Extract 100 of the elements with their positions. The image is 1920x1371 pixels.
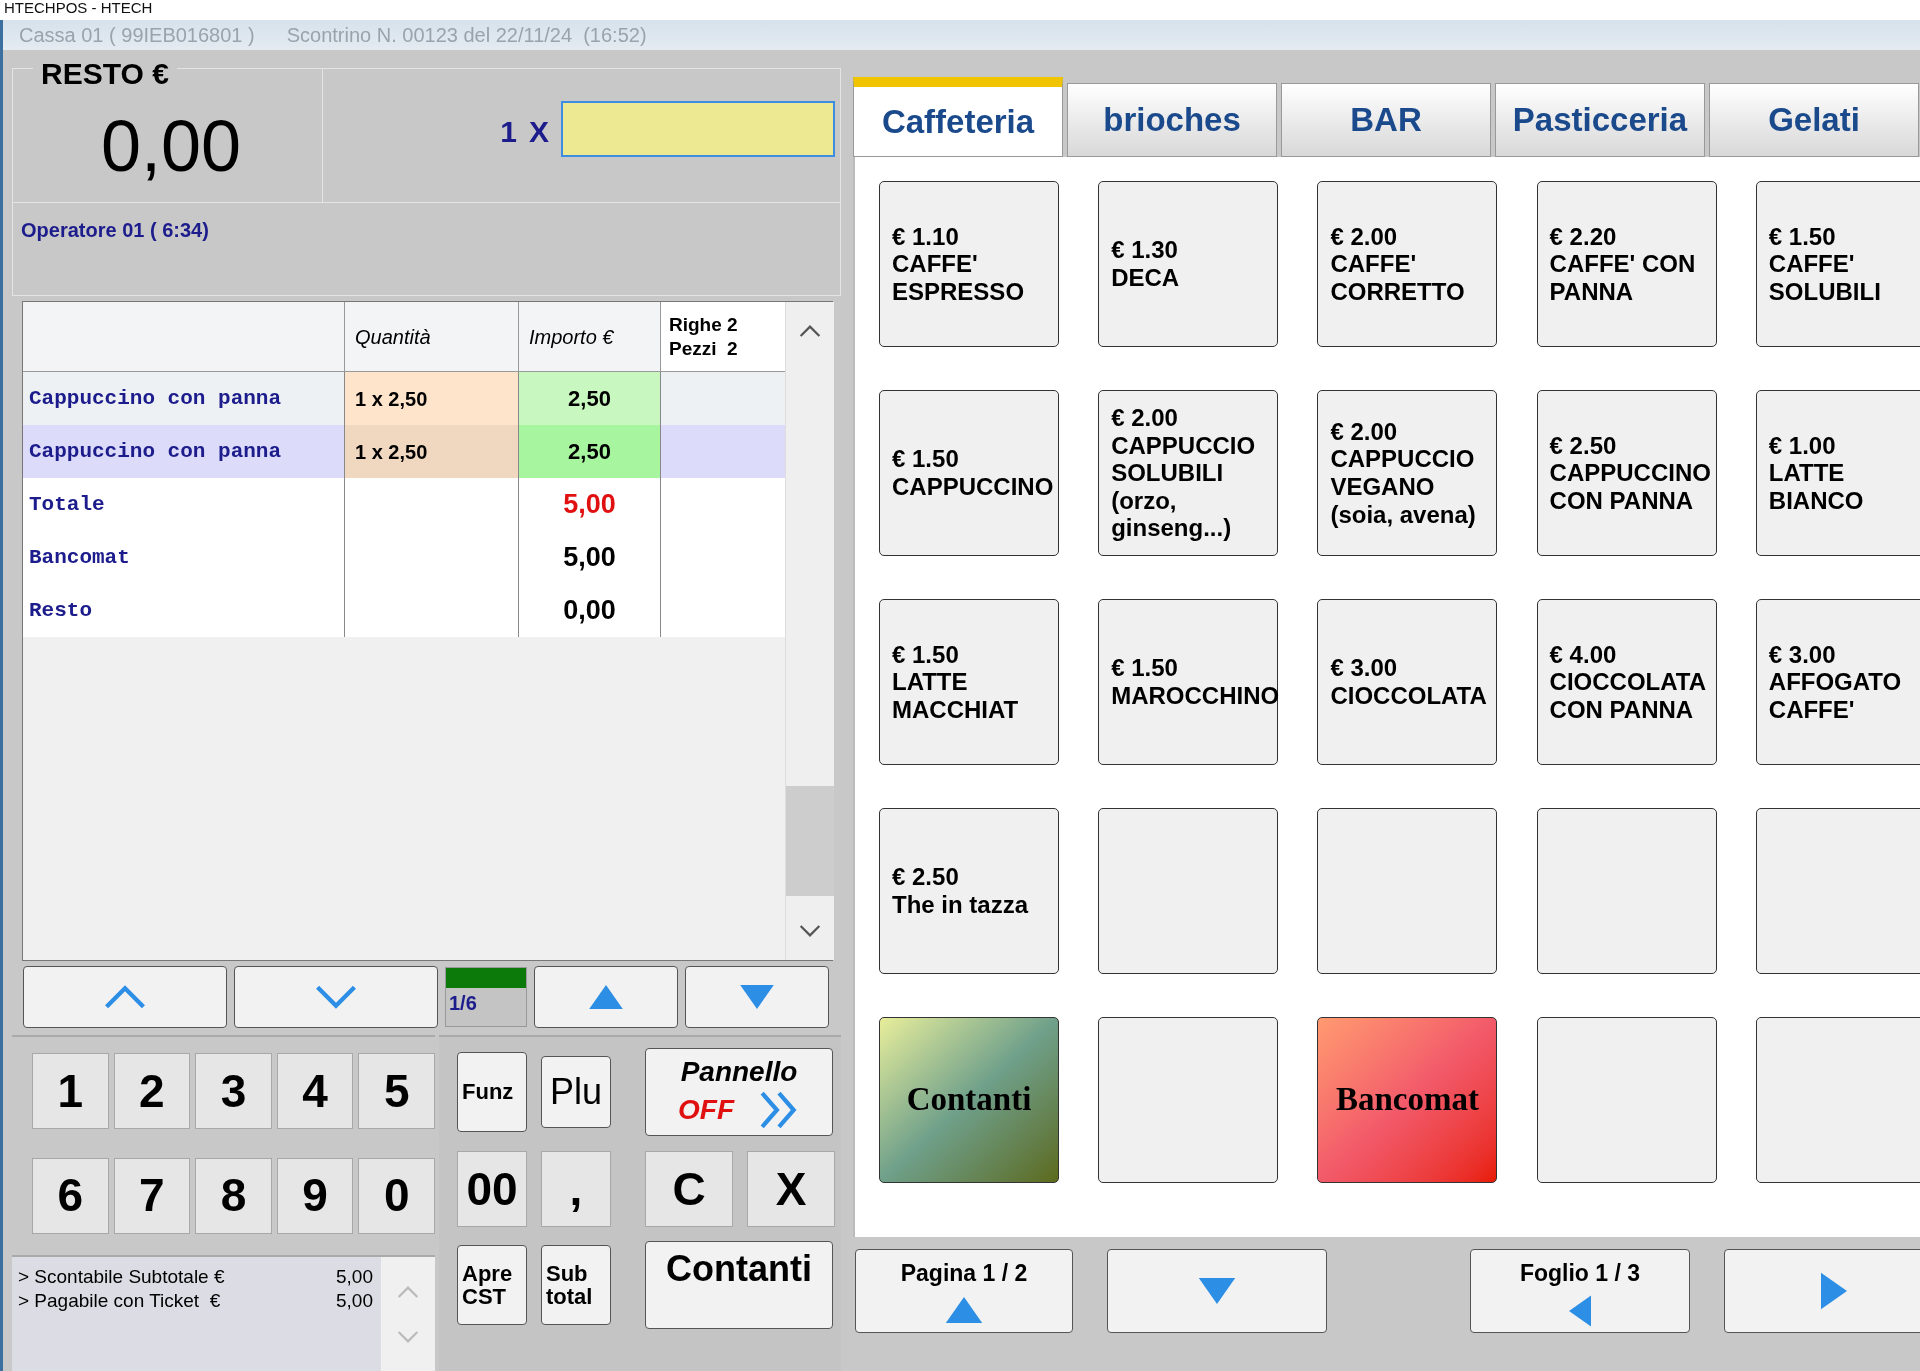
page-up-button[interactable]	[534, 966, 678, 1028]
scroll-up-button[interactable]	[23, 966, 227, 1028]
page-down-button[interactable]	[685, 966, 829, 1028]
empty-tile[interactable]	[1755, 1017, 1920, 1183]
scrollbar-thumb[interactable]	[786, 786, 834, 896]
digit-key[interactable]: 0	[358, 1157, 435, 1234]
product-tile[interactable]: € 1.50 CAPPUCCINO	[879, 390, 1059, 556]
count-label: Pezzi 2	[669, 336, 739, 361]
card-payment-tile[interactable]: Bancomat	[1317, 1017, 1498, 1183]
product-tile[interactable]: € 1.10 CAFFE' ESPRESSO	[879, 181, 1059, 347]
info-value: 5,00	[336, 1288, 373, 1313]
product-price: € 4.00	[1549, 640, 1618, 669]
quantity-multiplier: 1	[500, 114, 517, 150]
product-price: € 3.00	[1768, 640, 1837, 669]
receipt-row[interactable]: Bancomat 5,00	[23, 531, 785, 584]
function-key[interactable]: ,	[541, 1151, 611, 1227]
product-name: CIOCCOLATA	[1330, 682, 1488, 710]
page-up-button[interactable]: Pagina 1 / 2	[855, 1249, 1073, 1333]
category-tab[interactable]: brioches	[1067, 83, 1277, 157]
product-tile[interactable]: € 2.00 CAFFE' CORRETTO	[1317, 181, 1498, 347]
empty-tile[interactable]	[1536, 1017, 1717, 1183]
receipt-row[interactable]: Cappuccino con panna 1 x 2,50 2,50	[23, 372, 785, 425]
product-tile[interactable]: € 2.50 The in tazza	[879, 808, 1059, 974]
product-price: € 1.00	[1768, 431, 1837, 460]
function-key[interactable]: C	[645, 1151, 733, 1227]
digit-key[interactable]: 6	[32, 1157, 109, 1234]
category-tab[interactable]: BAR	[1281, 83, 1491, 157]
amount-cell: 0,00	[519, 584, 661, 637]
cash-button[interactable]: Contanti	[645, 1241, 833, 1329]
function-key[interactable]: Sub total	[541, 1245, 611, 1325]
category-tab[interactable]: Pasticceria	[1495, 83, 1705, 157]
product-tile[interactable]: € 2.00 CAPPUCCIO VEGANO (soia, avena)	[1317, 390, 1498, 556]
product-tile[interactable]: € 1.50 LATTE MACCHIAT	[879, 599, 1059, 765]
quantity-cell: 1 x 2,50	[345, 372, 519, 425]
product-price: € 1.50	[892, 640, 960, 669]
product-price: € 2.50	[892, 863, 960, 891]
product-price: € 1.10	[892, 222, 960, 251]
sheet-previous-button[interactable]: Foglio 1 / 3	[1470, 1249, 1690, 1333]
panel-state: OFF	[678, 1092, 734, 1127]
product-tile[interactable]: € 2.20 CAFFE' CON PANNA	[1536, 181, 1717, 347]
digit-key[interactable]: 7	[113, 1157, 191, 1234]
product-tile[interactable]: € 2.00 CAPPUCCIO SOLUBILI (orzo, ginseng...)	[1098, 390, 1279, 556]
receipt-row[interactable]: Cappuccino con panna 1 x 2,50 2,50	[23, 425, 785, 478]
product-name: CAPPUCCIO SOLUBILI (orzo, ginseng...)	[1111, 431, 1257, 542]
digit-key[interactable]: 8	[195, 1157, 272, 1234]
product-tile[interactable]: € 4.00 CIOCCOLATA CON PANNA	[1536, 599, 1717, 765]
product-name: CAPPUCCINO CON PANNA	[1549, 459, 1712, 515]
info-label: > Pagabile con Ticket €	[18, 1288, 221, 1313]
receipt-row[interactable]: Resto 0,00	[23, 584, 785, 637]
function-key[interactable]: Plu	[541, 1056, 611, 1128]
empty-tile[interactable]	[1317, 808, 1498, 974]
digit-key[interactable]: 9	[276, 1157, 354, 1234]
product-tile[interactable]: € 1.30 DECA	[1098, 181, 1279, 347]
product-tile[interactable]: € 1.00 LATTE BIANCO	[1755, 390, 1920, 556]
page-down-button[interactable]	[1107, 1249, 1327, 1333]
digit-key[interactable]: 2	[113, 1053, 191, 1129]
category-tab[interactable]: Gelati	[1709, 83, 1919, 157]
scroll-down-button[interactable]	[234, 966, 438, 1028]
function-key[interactable]: X	[747, 1151, 835, 1227]
product-name: The in tazza	[892, 891, 1030, 919]
product-tile[interactable]: € 1.50 CAFFE' SOLUBILI	[1755, 181, 1920, 347]
count-label: Righe 2	[669, 312, 739, 337]
digit-key[interactable]: 5	[358, 1053, 435, 1129]
info-value: 5,00	[336, 1265, 373, 1289]
panel-toggle-button[interactable]: Pannello OFF	[645, 1048, 833, 1136]
empty-tile[interactable]	[1755, 808, 1920, 974]
product-name: DECA	[1111, 264, 1181, 292]
barcode-input-field[interactable]	[561, 101, 835, 157]
sheet-next-button[interactable]	[1724, 1249, 1920, 1333]
function-key[interactable]: Apre CST	[457, 1245, 527, 1325]
scrollbar[interactable]	[785, 302, 834, 960]
empty-tile[interactable]	[1536, 808, 1717, 974]
product-name: CAPPUCCINO	[892, 473, 1054, 501]
digit-key[interactable]: 1	[32, 1053, 109, 1129]
empty-tile[interactable]	[1098, 1017, 1279, 1183]
function-key[interactable]: 00	[457, 1151, 527, 1227]
window-title: HTECHPOS - HTECH	[4, 0, 153, 16]
empty-tile[interactable]	[1098, 808, 1279, 974]
receipt-row[interactable]: Totale 5,00	[23, 478, 785, 531]
category-tab[interactable]: Caffeteria	[853, 77, 1063, 157]
cash-payment-tile[interactable]: Contanti	[879, 1017, 1059, 1183]
function-key[interactable]: Funz	[457, 1052, 527, 1132]
product-tile[interactable]: € 2.50 CAPPUCCINO CON PANNA	[1536, 390, 1717, 556]
digit-key[interactable]: 3	[195, 1053, 272, 1129]
digit-key[interactable]: 4	[276, 1053, 354, 1129]
amount-cell: 2,50	[519, 425, 661, 478]
scroll-down-icon	[397, 1329, 419, 1344]
product-price: € 2.00	[1330, 222, 1399, 251]
change-amount: 0,00	[101, 110, 243, 182]
receipt-number: Scontrino N. 00123 del 22/11/24 (16:52)	[286, 23, 647, 48]
product-tile[interactable]: € 3.00 CIOCCOLATA	[1317, 599, 1498, 765]
product-name: CIOCCOLATA CON PANNA	[1549, 668, 1707, 724]
info-label: > Scontabile Subtotale €	[18, 1265, 225, 1289]
product-tile[interactable]: € 3.00 AFFOGATO CAFFE'	[1755, 599, 1920, 765]
panel-label: Pannello	[680, 1054, 798, 1089]
operator-label: Operatore 01 ( 6:34)	[21, 219, 209, 241]
product-price: € 2.00	[1330, 417, 1399, 446]
scroll-up-icon	[397, 1284, 419, 1299]
product-price: € 1.50	[1768, 222, 1837, 251]
amount-cell: 2,50	[519, 372, 661, 425]
